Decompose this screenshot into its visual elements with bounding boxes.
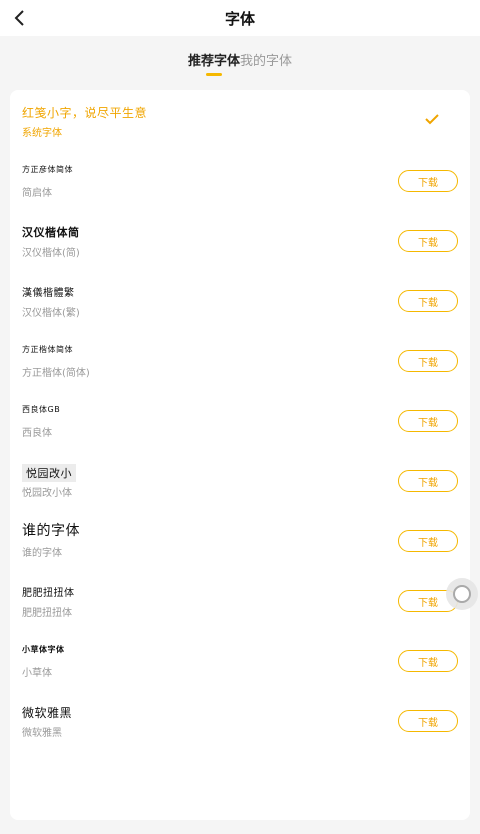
font-row-system[interactable]: 红笺小字，说尽平生意 系统字体 <box>10 90 470 150</box>
font-preview: 汉仪楷体简 <box>22 226 80 239</box>
font-preview: 微软雅黑 <box>22 706 73 720</box>
font-name: 方正楷体(简体) <box>22 368 90 379</box>
font-preview: 小草体字体 <box>22 645 65 654</box>
font-preview: 方正彦体简体 <box>22 165 73 174</box>
font-row: 漢儀楷體繁 汉仪楷体(繁) 下载 <box>10 270 470 330</box>
font-row: 小草体字体 小草体 下载 <box>10 630 470 690</box>
font-tabs: 推荐字体 我的字体 <box>0 48 480 82</box>
font-row: 汉仪楷体简 汉仪楷体(简) 下载 <box>10 210 470 270</box>
font-row: 悦园改小 悦园改小体 下载 <box>10 450 470 510</box>
download-button[interactable]: 下载 <box>398 710 458 732</box>
font-preview: 红笺小字，说尽平生意 <box>22 106 148 120</box>
ring-icon <box>453 585 471 603</box>
font-name: 悦园改小体 <box>22 488 72 499</box>
font-name: 系统字体 <box>22 128 62 139</box>
download-button[interactable]: 下载 <box>398 230 458 252</box>
active-tab-indicator <box>205 73 222 76</box>
font-name: 汉仪楷体(简) <box>22 248 80 259</box>
font-name: 肥肥扭扭体 <box>22 608 72 619</box>
tab-my-fonts[interactable]: 我的字体 <box>240 48 292 76</box>
font-row: 谁的字体 谁的字体 下载 <box>10 510 470 570</box>
font-row: 方正彦体简体 简启体 下载 <box>10 150 470 210</box>
font-row: 微软雅黑 微软雅黑 下载 <box>10 690 470 750</box>
font-preview: 漢儀楷體繁 <box>22 288 75 299</box>
font-preview: 肥肥扭扭体 <box>22 588 75 599</box>
font-list: 红笺小字，说尽平生意 系统字体 方正彦体简体 简启体 下载 汉仪楷体简 汉仪楷体… <box>10 90 470 820</box>
back-button[interactable] <box>8 6 30 30</box>
top-bar: 字体 <box>0 0 480 36</box>
font-row: 方正楷体简体 方正楷体(简体) 下载 <box>10 330 470 390</box>
page-title: 字体 <box>224 9 255 28</box>
font-row: 西良体GB 西良体 下载 <box>10 390 470 450</box>
download-button[interactable]: 下载 <box>398 350 458 372</box>
font-name: 小草体 <box>22 668 52 679</box>
download-button[interactable]: 下载 <box>398 170 458 192</box>
download-button[interactable]: 下载 <box>398 530 458 552</box>
chevron-left-icon <box>14 10 24 26</box>
font-name: 汉仪楷体(繁) <box>22 308 80 319</box>
font-name: 西良体 <box>22 428 52 439</box>
download-button[interactable]: 下载 <box>398 470 458 492</box>
font-name: 简启体 <box>22 188 52 199</box>
tab-recommended-fonts[interactable]: 推荐字体 <box>188 48 240 76</box>
download-button[interactable]: 下载 <box>398 410 458 432</box>
font-preview: 西良体GB <box>22 405 61 414</box>
font-name: 微软雅黑 <box>22 728 62 739</box>
download-button[interactable]: 下载 <box>398 290 458 312</box>
font-row: 肥肥扭扭体 肥肥扭扭体 下载 <box>10 570 470 630</box>
download-button[interactable]: 下载 <box>398 650 458 672</box>
font-name: 谁的字体 <box>22 548 62 559</box>
font-preview: 悦园改小 <box>22 464 76 482</box>
font-preview: 方正楷体简体 <box>22 345 73 354</box>
font-preview: 谁的字体 <box>22 523 80 539</box>
floating-assistive-button[interactable] <box>446 578 478 610</box>
check-icon <box>425 114 439 125</box>
